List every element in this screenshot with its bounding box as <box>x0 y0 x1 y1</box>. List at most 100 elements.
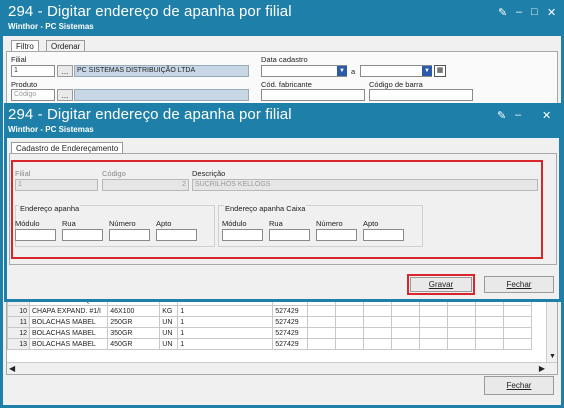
table-cell-cod: 527429 <box>272 305 309 317</box>
front-window: 294 - Digitar endereço de apanha por fil… <box>4 103 562 302</box>
table-cell-desc: BOLACHAS MABEL <box>28 327 109 339</box>
table-cell-empty <box>475 316 505 328</box>
chevron-down-icon[interactable]: ▼ <box>337 66 347 76</box>
cod-fabricante-field[interactable] <box>261 89 365 101</box>
gravar-button[interactable]: Gravar <box>410 277 472 292</box>
table-cell-empty <box>475 305 505 317</box>
close-icon[interactable]: ✕ <box>547 6 556 19</box>
caixa-numero-input[interactable] <box>316 229 357 241</box>
table-cell-empty <box>363 305 393 317</box>
apto-label: Apto <box>363 219 379 228</box>
edit-icon[interactable]: ✎ <box>497 109 506 122</box>
filial-field[interactable]: 1 <box>11 65 55 77</box>
minimize-icon[interactable]: – <box>515 109 521 121</box>
table-cell-cod: 527429 <box>272 338 309 350</box>
edit-icon[interactable]: ✎ <box>498 6 507 19</box>
table-row[interactable]: 11 BOLACHAS MABEL 250GR UN 1 527429 <box>7 316 533 328</box>
caixa-apto-input[interactable] <box>363 229 404 241</box>
table-cell-q: 1 <box>177 338 274 350</box>
table-cell-cod: 527429 <box>272 316 309 328</box>
table-cell-empty <box>475 338 505 350</box>
apanha-apto-input[interactable] <box>156 229 197 241</box>
filial-name-field: PC SISTEMAS DISTRIBUIÇÃO LTDA <box>74 65 249 77</box>
apanha-group-title: Endereço apanha <box>19 204 81 213</box>
vertical-scrollbar[interactable]: ▼ <box>546 292 557 362</box>
results-grid: 9CLUBE SOCIAL QUEIJ26GRUN152742910CHAPA … <box>6 291 558 375</box>
table-cell-empty <box>363 327 393 339</box>
table-cell-empty <box>363 316 393 328</box>
table-cell-n: 13 <box>7 338 30 350</box>
apanha-rua-input[interactable] <box>62 229 103 241</box>
table-cell-empty <box>391 316 421 328</box>
table-cell-empty <box>335 338 365 350</box>
calendar-icon[interactable]: ▦ <box>434 65 446 77</box>
close-icon[interactable]: ✕ <box>542 109 551 122</box>
table-cell-empty <box>447 338 477 350</box>
table-row[interactable]: 10 CHAPA EXPAND. #1/I 46X100 KG 1 527429 <box>7 305 533 317</box>
table-cell-empty <box>419 316 449 328</box>
apanha-modulo-input[interactable] <box>15 229 56 241</box>
table-cell-empty <box>335 316 365 328</box>
table-cell-empty <box>363 338 393 350</box>
chevron-down-icon[interactable]: ▼ <box>422 66 432 76</box>
results-table: 9CLUBE SOCIAL QUEIJ26GRUN152742910CHAPA … <box>7 294 533 350</box>
caixa-rua-input[interactable] <box>269 229 310 241</box>
table-cell-emb: 46X100 <box>107 305 161 317</box>
table-cell-empty <box>391 338 421 350</box>
produto-field[interactable]: Código <box>11 89 55 101</box>
a-label: a <box>351 67 356 76</box>
table-cell-cod: 527429 <box>272 327 309 339</box>
codigo-barra-field[interactable] <box>369 89 473 101</box>
table-row[interactable]: 12 BOLACHAS MABEL 350GR UN 1 527429 <box>7 327 533 339</box>
filial-lookup-button[interactable]: ... <box>57 65 73 77</box>
table-cell-empty <box>307 316 337 328</box>
data-cadastro-label: Data cadastro <box>261 55 308 64</box>
modulo-label: Módulo <box>15 219 40 228</box>
chevron-left-icon[interactable]: ◀ <box>9 364 15 373</box>
table-cell-empty <box>419 327 449 339</box>
filial-label: Filial <box>15 169 31 178</box>
chevron-right-icon[interactable]: ▶ <box>539 364 545 373</box>
table-row[interactable]: 13 BOLACHAS MABEL 450GR UN 1 527429 <box>7 338 533 350</box>
table-cell-n: 10 <box>7 305 30 317</box>
front-content: Cadastro de Endereçamento Filial 1 Códig… <box>7 138 559 299</box>
table-cell-q: 1 <box>177 305 274 317</box>
table-cell-empty <box>419 305 449 317</box>
apanha-numero-input[interactable] <box>109 229 150 241</box>
back-window-subtitle: Winthor - PC Sistemas <box>8 22 94 31</box>
descricao-label: Descrição <box>192 169 226 178</box>
back-fechar-button[interactable]: Fechar <box>484 376 554 395</box>
fechar-button[interactable]: Fechar <box>484 276 554 293</box>
codigo-field: 2 <box>102 179 189 191</box>
cod-fabricante-label: Cód. fabricante <box>261 80 312 89</box>
horizontal-scrollbar[interactable]: ◀ ▶ <box>7 362 557 374</box>
table-cell-empty <box>307 305 337 317</box>
table-cell-empty <box>503 305 533 317</box>
table-cell-empty <box>335 327 365 339</box>
rua-label: Rua <box>62 219 76 228</box>
table-cell-empty <box>503 327 533 339</box>
codigo-label: Código <box>102 169 126 178</box>
cadastro-form-highlight: Filial 1 Código 2 Descrição SUCRILHOS KE… <box>11 160 543 259</box>
caixa-modulo-input[interactable] <box>222 229 263 241</box>
filial-field: 1 <box>15 179 98 191</box>
table-cell-empty <box>447 305 477 317</box>
filial-label: Filial <box>11 55 27 64</box>
minimize-icon[interactable]: – <box>516 6 522 18</box>
data-inicio-field[interactable] <box>261 65 347 77</box>
rua-label: Rua <box>269 219 283 228</box>
produto-lookup-button[interactable]: ... <box>57 89 73 101</box>
table-cell-un: UN <box>159 316 179 328</box>
maximize-icon[interactable]: □ <box>531 6 538 18</box>
table-cell-empty <box>419 338 449 350</box>
table-cell-un: UN <box>159 338 179 350</box>
produto-label: Produto <box>11 80 38 89</box>
table-cell-empty <box>335 305 365 317</box>
front-window-subtitle: Winthor - PC Sistemas <box>8 125 94 134</box>
chevron-down-icon[interactable]: ▼ <box>549 353 556 360</box>
table-cell-un: UN <box>159 327 179 339</box>
table-cell-empty <box>475 327 505 339</box>
produto-name-field <box>74 89 249 101</box>
table-cell-n: 12 <box>7 327 30 339</box>
codigo-barra-label: Código de barra <box>369 80 423 89</box>
